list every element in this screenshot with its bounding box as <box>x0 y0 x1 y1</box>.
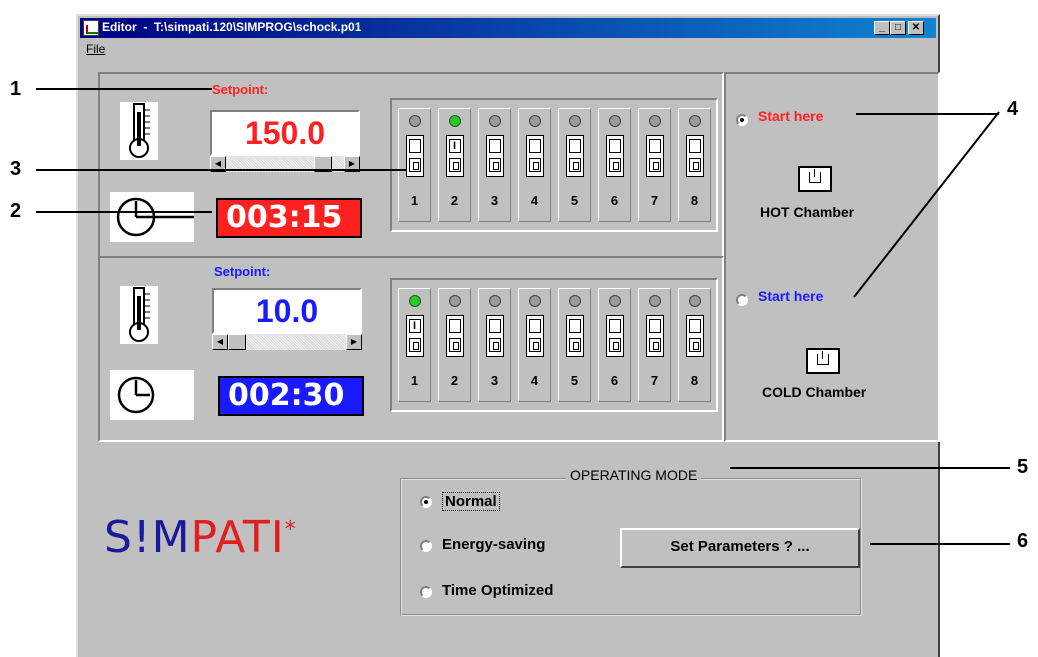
callout-line-4-diagonals <box>853 111 1000 298</box>
